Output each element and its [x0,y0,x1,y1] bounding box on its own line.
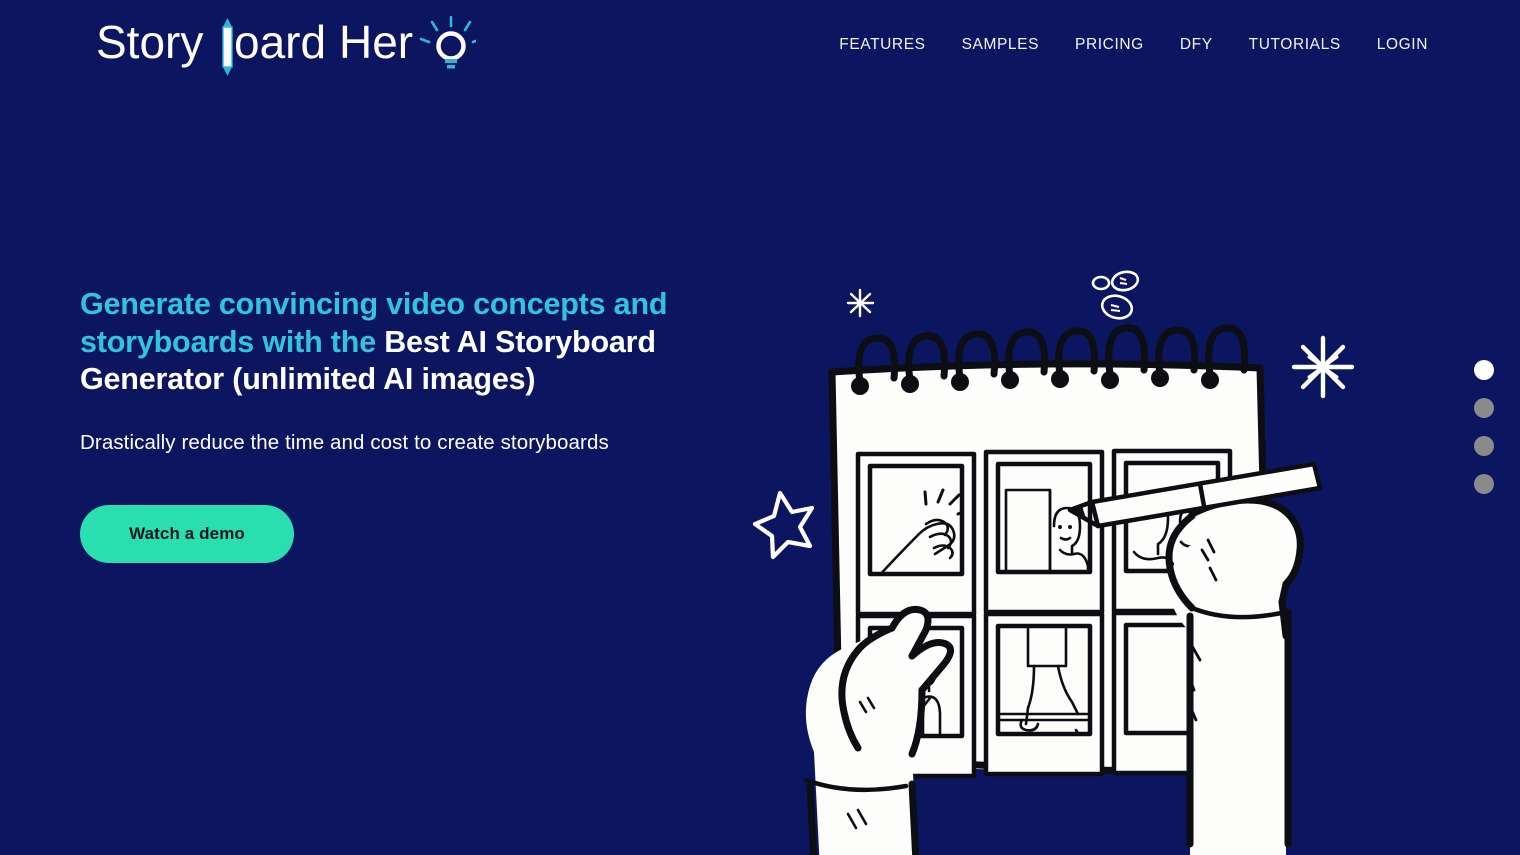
nav-item-login[interactable]: LOGIN [1359,0,1428,90]
logo[interactable]: Story oard Her [96,14,476,76]
watch-demo-button[interactable]: Watch a demo [80,504,294,563]
slider-dot-1[interactable] [1474,360,1494,380]
slider-dot-nav [1474,360,1494,494]
logo-svg: Story oard Her [96,15,476,76]
pencil-icon [222,18,233,76]
nav-item-tutorials[interactable]: TUTORIALS [1231,0,1359,90]
nav-item-features[interactable]: FEATURES [821,0,943,90]
slider-dot-2[interactable] [1474,398,1494,418]
logo-text-board: oard [234,16,326,68]
page-root: Story oard Her FEATURES SAMPLES PRICING … [0,0,1520,855]
sparkle-small-icon [846,288,875,318]
lightbulb-icon [419,15,476,69]
hero-subheadline: Drastically reduce the time and cost to … [80,430,609,454]
hero-section: Generate convincing video concepts and s… [80,286,740,563]
slider-dot-4[interactable] [1474,474,1494,494]
storyboard-pad-illustration: .ink { fill:none; stroke:#0d0d14; stroke… [740,250,1520,855]
paper-scraps-icon [1091,270,1140,320]
star-outline-icon [752,490,815,560]
illustration-svg: .ink { fill:none; stroke:#0d0d14; stroke… [752,270,1355,855]
sparkle-large-icon [1291,335,1355,399]
site-header: Story oard Her FEATURES SAMPLES PRICING … [0,0,1520,90]
nav-item-samples[interactable]: SAMPLES [944,0,1057,90]
logo-text-hero: Her [339,16,413,68]
logo-text-story: Story [96,16,203,68]
main-nav: FEATURES SAMPLES PRICING DFY TUTORIALS L… [821,0,1428,90]
nav-item-pricing[interactable]: PRICING [1057,0,1162,90]
page-title: Generate convincing video concepts and s… [80,286,740,399]
slider-dot-3[interactable] [1474,436,1494,456]
nav-item-dfy[interactable]: DFY [1162,0,1231,90]
